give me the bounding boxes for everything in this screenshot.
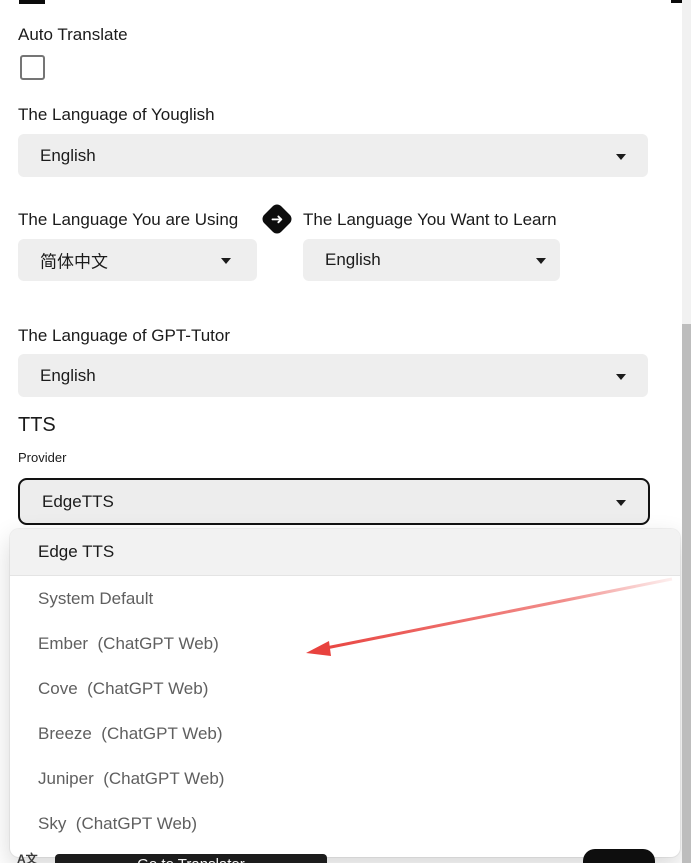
menu-item-ember[interactable]: Ember (ChatGPT Web) (10, 621, 680, 666)
menu-item-label: Juniper (ChatGPT Web) (38, 769, 224, 789)
menu-item-juniper[interactable]: Juniper (ChatGPT Web) (10, 756, 680, 801)
chevron-down-icon (616, 154, 626, 160)
tts-provider-menu: Edge TTS System Default Ember (ChatGPT W… (10, 529, 680, 857)
menu-item-label: Sky (ChatGPT Web) (38, 814, 197, 834)
tts-provider-value: EdgeTTS (42, 492, 114, 512)
menu-item-label: Edge TTS (38, 542, 114, 562)
auto-translate-label: Auto Translate (18, 24, 128, 46)
menu-item-breeze[interactable]: Breeze (ChatGPT Web) (10, 711, 680, 756)
chevron-down-icon (616, 500, 626, 506)
gpt-tutor-language-value: English (40, 366, 96, 386)
gpt-tutor-language-select[interactable]: English (18, 354, 648, 397)
chevron-down-icon (221, 258, 231, 264)
menu-item-cove[interactable]: Cove (ChatGPT Web) (10, 666, 680, 711)
go-to-translator-button[interactable]: Go to Translator (55, 854, 327, 863)
using-language-label: The Language You are Using (18, 209, 238, 231)
scrollbar-thumb[interactable] (682, 324, 691, 863)
menu-item-label: System Default (38, 589, 153, 609)
settings-page: Auto Translate The Language of Youglish … (0, 0, 691, 863)
youglish-language-value: English (40, 146, 96, 166)
tts-provider-label: Provider (18, 450, 66, 465)
tts-provider-select[interactable]: EdgeTTS (18, 478, 650, 525)
menu-item-label: Ember (ChatGPT Web) (38, 634, 219, 654)
auto-translate-checkbox[interactable] (20, 55, 45, 80)
arrow-right-icon: ➜ (265, 207, 289, 231)
gpt-tutor-language-label: The Language of GPT-Tutor (18, 325, 230, 347)
learn-language-select[interactable]: English (303, 239, 560, 281)
menu-item-edge-tts[interactable]: Edge TTS (10, 529, 680, 576)
learn-language-value: English (325, 250, 381, 270)
using-language-select[interactable]: 简体中文 (18, 239, 257, 281)
menu-item-system-default[interactable]: System Default (10, 576, 680, 621)
menu-item-label: Cove (ChatGPT Web) (38, 679, 208, 699)
scrollbar-track[interactable] (682, 0, 691, 863)
youglish-language-label: The Language of Youglish (18, 104, 215, 126)
partial-top-right-element (671, 0, 682, 3)
tts-section-heading: TTS (18, 414, 56, 437)
using-language-value: 简体中文 (40, 248, 108, 273)
translate-icon: A文 (17, 850, 38, 863)
chevron-down-icon (616, 374, 626, 380)
menu-item-label: Breeze (ChatGPT Web) (38, 724, 223, 744)
swap-languages-icon: ➜ (260, 202, 294, 236)
chevron-down-icon (536, 258, 546, 264)
partial-top-element (19, 0, 45, 4)
bottom-action-button[interactable] (583, 849, 655, 863)
youglish-language-select[interactable]: English (18, 134, 648, 177)
menu-item-sky[interactable]: Sky (ChatGPT Web) (10, 801, 680, 846)
learn-language-label: The Language You Want to Learn (303, 209, 557, 231)
